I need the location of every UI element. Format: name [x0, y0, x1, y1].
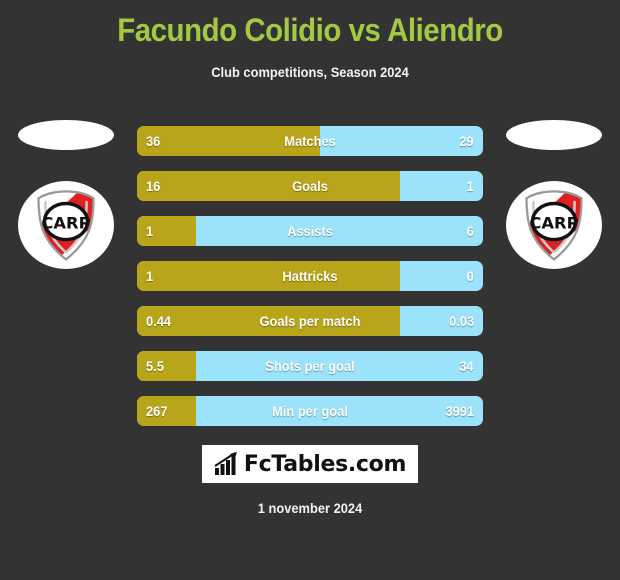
crest-monogram: CARP: [41, 213, 90, 232]
stat-away-value: 34: [459, 358, 474, 374]
stat-row: 1 Hattricks 0: [137, 261, 483, 291]
stat-row: 16 Goals 1: [137, 171, 483, 201]
stat-row: 5.5 Shots per goal 34: [137, 351, 483, 381]
stat-row: 0.44 Goals per match 0.03: [137, 306, 483, 336]
stat-label: Goals: [292, 178, 328, 194]
river-plate-crest-icon: CARP: [18, 181, 114, 269]
river-plate-crest-icon: CARP: [506, 181, 602, 269]
stat-away-value: 0: [466, 268, 474, 284]
away-team-crest: CARP: [506, 177, 602, 273]
stat-row: 1 Assists 6: [137, 216, 483, 246]
stat-comparison-page: Facundo Colidio vs Aliendro Club competi…: [0, 0, 620, 580]
stat-row: 36 Matches 29: [137, 126, 483, 156]
stat-label: Assists: [287, 223, 333, 239]
page-subtitle: Club competitions, Season 2024: [211, 64, 409, 80]
stat-away-value: 29: [459, 133, 474, 149]
stat-bar-list: 36 Matches 29 16 Goals 1 1 Assists 6 1 Hattricks 0 0…: [137, 126, 483, 441]
stat-row: 267 Min per goal 3991: [137, 396, 483, 426]
home-team-crest: CARP: [18, 177, 114, 273]
stat-away-value: 3991: [445, 403, 474, 419]
crest-monogram: CARP: [529, 213, 578, 232]
stat-away-value: 0.03: [448, 313, 474, 329]
stat-label: Hattricks: [282, 268, 338, 284]
stat-label: Goals per match: [259, 313, 361, 329]
footer-date: 1 november 2024: [257, 500, 363, 516]
stat-away-value: 1: [466, 178, 474, 194]
stat-away-value: 6: [466, 223, 474, 239]
stat-label: Matches: [284, 133, 336, 149]
left-crest-top-ellipse: [18, 120, 114, 150]
page-title: Facundo Colidio vs Aliendro: [117, 12, 503, 48]
stat-label: Min per goal: [272, 403, 348, 419]
right-crest-top-ellipse: [506, 120, 602, 150]
brand-text: FcTables.com: [243, 451, 407, 477]
fctables-logo[interactable]: FcTables.com: [202, 445, 418, 483]
bar-chart-growth-icon: [214, 452, 237, 475]
stat-label: Shots per goal: [265, 358, 355, 374]
